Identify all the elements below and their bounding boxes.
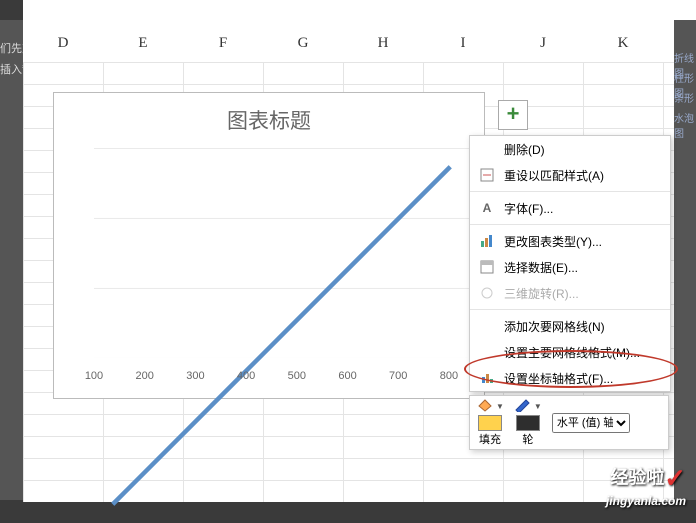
reset-icon xyxy=(478,166,496,184)
x-tick: 600 xyxy=(328,370,368,386)
context-menu: 删除(D) 重设以匹配样式(A) A 字体(F)... 更改图表类型(Y)...… xyxy=(469,135,671,392)
fill-label: 填充 xyxy=(479,431,501,447)
chart-type-icon xyxy=(478,232,496,250)
col-header[interactable]: I xyxy=(423,35,503,60)
col-header[interactable]: G xyxy=(263,35,343,60)
pen-icon xyxy=(514,398,532,415)
menu-label: 设置坐标轴格式(F)... xyxy=(504,370,613,387)
plus-icon: + xyxy=(507,101,520,126)
chart-elements-button[interactable]: + xyxy=(498,100,528,130)
select-data-icon xyxy=(478,258,496,276)
x-tick: 100 xyxy=(74,370,114,386)
blank-icon xyxy=(478,140,496,158)
x-tick: 400 xyxy=(226,370,266,386)
chart-title[interactable]: 图表标题 xyxy=(54,105,484,135)
font-icon: A xyxy=(478,199,496,217)
embedded-chart[interactable]: 图表标题 100 200 300 400 500 600 700 800 xyxy=(53,92,485,399)
col-header[interactable]: J xyxy=(503,35,583,60)
mini-toolbar: ▼ 填充 ▼ 轮 水平 (值) 轴 xyxy=(469,395,669,450)
watermark-url: jingyanla.com xyxy=(606,494,686,508)
menu-reset-style[interactable]: 重设以匹配样式(A) xyxy=(470,162,670,188)
rotate-3d-icon xyxy=(478,284,496,302)
outline-label: 轮 xyxy=(522,431,533,447)
col-header[interactable]: K xyxy=(583,35,663,60)
menu-separator xyxy=(470,224,670,225)
x-tick: 300 xyxy=(175,370,215,386)
menu-label: 三维旋转(R)... xyxy=(504,285,579,302)
menu-label: 字体(F)... xyxy=(504,200,553,217)
right-dim-panel: 折线图 柱形图 条形 水泡图 xyxy=(674,20,696,500)
menu-add-minor-gridlines[interactable]: 添加次要网格线(N) xyxy=(470,313,670,339)
chevron-down-icon: ▼ xyxy=(496,402,504,411)
watermark-logo: 经验啦✓ xyxy=(610,463,686,494)
col-header[interactable]: H xyxy=(343,35,423,60)
outline-dropdown[interactable]: ▼ 轮 xyxy=(514,398,542,447)
menu-label: 添加次要网格线(N) xyxy=(504,318,605,335)
axis-format-icon xyxy=(478,369,496,387)
menu-axis-format[interactable]: 设置坐标轴格式(F)... xyxy=(470,365,670,391)
left-dim-panel: 们先对数 插入散点 xyxy=(0,20,23,500)
hint-text: 们先对数 xyxy=(0,40,23,56)
chart-line-series[interactable] xyxy=(94,148,469,523)
menu-separator xyxy=(470,191,670,192)
axis-selector[interactable]: 水平 (值) 轴 xyxy=(552,413,630,433)
checkmark-icon: ✓ xyxy=(664,463,686,493)
menu-label: 重设以匹配样式(A) xyxy=(504,167,604,184)
x-tick: 800 xyxy=(429,370,469,386)
menu-select-data[interactable]: 选择数据(E)... xyxy=(470,254,670,280)
right-hint: 水泡图 xyxy=(674,110,694,140)
hint-text: 插入散点 xyxy=(0,61,23,77)
menu-3d-rotate: 三维旋转(R)... xyxy=(470,280,670,306)
blank-icon xyxy=(478,317,496,335)
fill-bucket-icon xyxy=(476,398,494,415)
menu-change-chart-type[interactable]: 更改图表类型(Y)... xyxy=(470,228,670,254)
menu-label: 删除(D) xyxy=(504,141,545,158)
menu-label: 选择数据(E)... xyxy=(504,259,578,276)
x-tick: 200 xyxy=(125,370,165,386)
top-white-bar xyxy=(23,0,696,20)
col-header[interactable]: D xyxy=(23,35,103,60)
x-tick: 500 xyxy=(277,370,317,386)
spreadsheet-area[interactable]: D E F G H I J K 图表标题 100 200 300 400 500… xyxy=(23,20,674,502)
menu-delete[interactable]: 删除(D) xyxy=(470,136,670,162)
col-header[interactable]: F xyxy=(183,35,263,60)
right-hint: 条形 xyxy=(674,90,694,105)
menu-separator xyxy=(470,309,670,310)
menu-label: 更改图表类型(Y)... xyxy=(504,233,602,250)
plot-area[interactable] xyxy=(94,148,469,358)
menu-label: 设置主要网格线格式(M)... xyxy=(504,344,640,361)
column-header-row: D E F G H I J K xyxy=(23,35,674,60)
menu-font[interactable]: A 字体(F)... xyxy=(470,195,670,221)
menu-major-gridline-format[interactable]: 设置主要网格线格式(M)... xyxy=(470,339,670,365)
col-header[interactable]: E xyxy=(103,35,183,60)
chevron-down-icon: ▼ xyxy=(534,402,542,411)
x-axis-ticks[interactable]: 100 200 300 400 500 600 700 800 xyxy=(94,370,469,386)
x-tick: 700 xyxy=(378,370,418,386)
outline-swatch xyxy=(516,415,540,431)
fill-dropdown[interactable]: ▼ 填充 xyxy=(476,398,504,447)
fill-swatch xyxy=(478,415,502,431)
blank-icon xyxy=(478,343,496,361)
